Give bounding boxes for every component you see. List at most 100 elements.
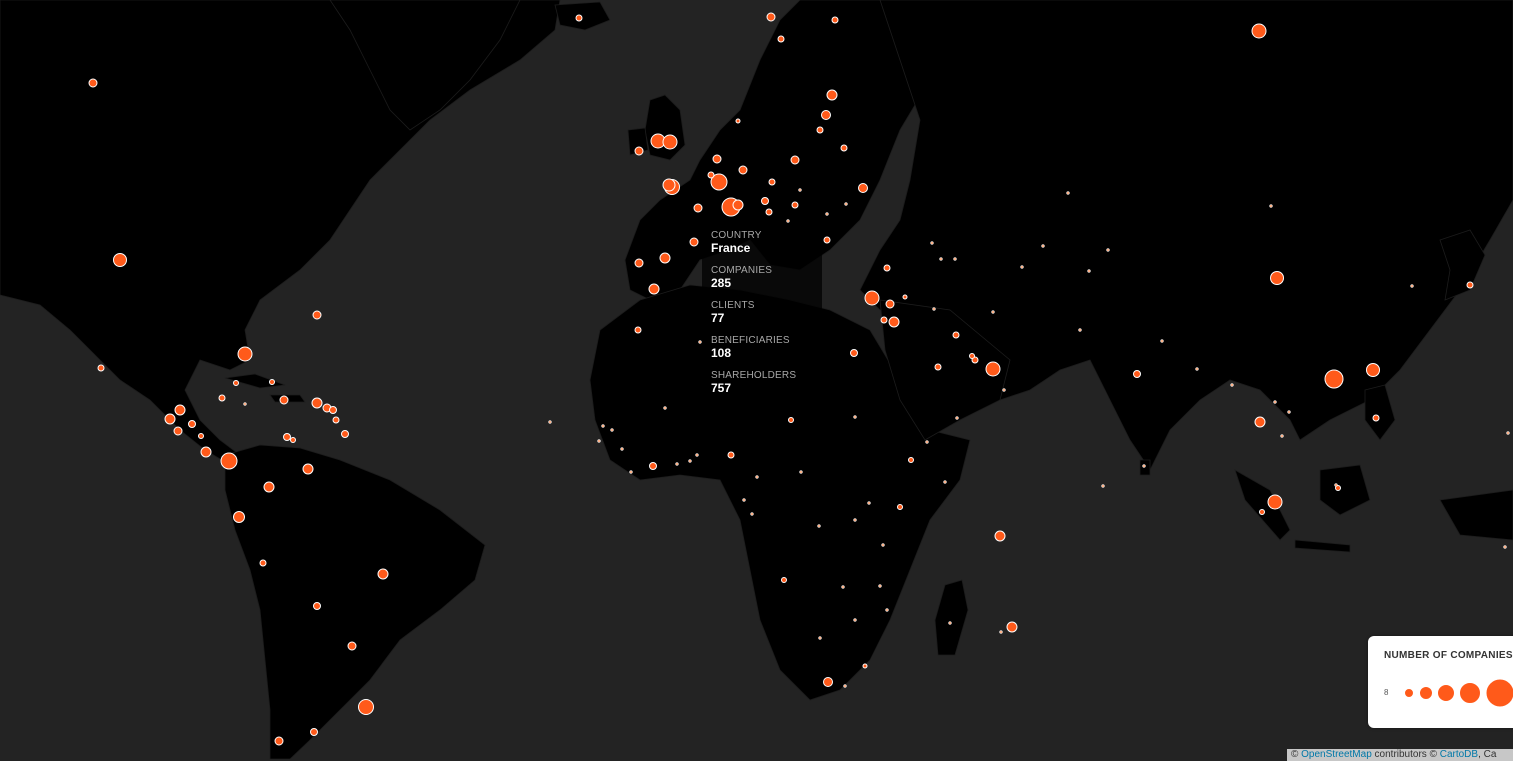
country-bubble[interactable]: [662, 178, 676, 192]
country-bubble[interactable]: [1142, 464, 1146, 468]
country-bubble[interactable]: [1106, 248, 1110, 252]
country-bubble[interactable]: [174, 404, 186, 416]
country-bubble[interactable]: [867, 501, 871, 505]
country-bubble[interactable]: [738, 165, 748, 175]
country-bubble[interactable]: [858, 183, 868, 193]
country-bubble[interactable]: [925, 440, 929, 444]
country-bubble[interactable]: [377, 568, 389, 580]
country-bubble[interactable]: [1066, 191, 1070, 195]
country-bubble[interactable]: [768, 178, 776, 186]
country-bubble[interactable]: [897, 504, 903, 510]
country-bubble[interactable]: [1251, 23, 1267, 39]
country-bubble[interactable]: [999, 630, 1003, 634]
country-bubble[interactable]: [766, 12, 776, 22]
country-bubble[interactable]: [220, 452, 238, 470]
country-bubble[interactable]: [575, 14, 583, 22]
country-bubble[interactable]: [173, 426, 183, 436]
country-bubble[interactable]: [735, 118, 741, 124]
country-bubble[interactable]: [821, 110, 831, 120]
country-bubble[interactable]: [853, 518, 857, 522]
country-bubble[interactable]: [908, 457, 914, 463]
country-bubble[interactable]: [1324, 369, 1344, 389]
country-bubble[interactable]: [597, 439, 601, 443]
country-bubble[interactable]: [732, 199, 744, 211]
country-bubble[interactable]: [841, 585, 845, 589]
country-bubble[interactable]: [1466, 281, 1474, 289]
country-bubble[interactable]: [994, 530, 1006, 542]
country-bubble[interactable]: [1254, 416, 1266, 428]
country-bubble[interactable]: [953, 257, 957, 261]
country-bubble[interactable]: [695, 453, 699, 457]
country-bubble[interactable]: [881, 543, 885, 547]
country-bubble[interactable]: [649, 462, 657, 470]
country-bubble[interactable]: [991, 310, 995, 314]
country-bubble[interactable]: [659, 252, 671, 264]
country-bubble[interactable]: [788, 417, 794, 423]
country-bubble[interactable]: [1372, 414, 1380, 422]
country-bubble[interactable]: [952, 331, 960, 339]
country-bubble[interactable]: [799, 470, 803, 474]
country-bubble[interactable]: [883, 264, 891, 272]
country-bubble[interactable]: [663, 406, 667, 410]
country-bubble[interactable]: [200, 446, 212, 458]
country-bubble[interactable]: [1101, 484, 1105, 488]
country-bubble[interactable]: [1506, 431, 1510, 435]
country-bubble[interactable]: [885, 299, 895, 309]
country-bubble[interactable]: [755, 475, 759, 479]
country-bubble[interactable]: [629, 470, 633, 474]
country-bubble[interactable]: [761, 197, 769, 205]
country-bubble[interactable]: [341, 430, 349, 438]
country-bubble[interactable]: [688, 459, 692, 463]
country-bubble[interactable]: [932, 307, 936, 311]
country-bubble[interactable]: [269, 379, 275, 385]
country-bubble[interactable]: [786, 219, 790, 223]
country-bubble[interactable]: [930, 241, 934, 245]
country-bubble[interactable]: [689, 237, 699, 247]
country-bubble[interactable]: [113, 253, 127, 267]
country-bubble[interactable]: [712, 154, 722, 164]
country-bubble[interactable]: [601, 424, 605, 428]
country-bubble[interactable]: [790, 155, 800, 165]
cartodb-link[interactable]: CartoDB: [1440, 749, 1478, 760]
country-bubble[interactable]: [742, 498, 746, 502]
country-bubble[interactable]: [902, 294, 908, 300]
country-bubble[interactable]: [1259, 509, 1265, 515]
country-bubble[interactable]: [1366, 363, 1380, 377]
country-bubble[interactable]: [707, 171, 715, 179]
country-bubble[interactable]: [823, 236, 831, 244]
country-bubble[interactable]: [290, 437, 296, 443]
country-bubble[interactable]: [164, 413, 176, 425]
country-bubble[interactable]: [1087, 269, 1091, 273]
country-bubble[interactable]: [1280, 434, 1284, 438]
country-bubble[interactable]: [237, 346, 253, 362]
country-bubble[interactable]: [791, 201, 799, 209]
country-bubble[interactable]: [885, 608, 889, 612]
country-bubble[interactable]: [283, 433, 291, 441]
country-bubble[interactable]: [1020, 265, 1024, 269]
country-bubble[interactable]: [634, 326, 642, 334]
country-bubble[interactable]: [878, 584, 882, 588]
country-bubble[interactable]: [765, 208, 773, 216]
country-bubble[interactable]: [648, 283, 660, 295]
country-bubble[interactable]: [1006, 621, 1018, 633]
country-bubble[interactable]: [313, 602, 321, 610]
country-bubble[interactable]: [198, 433, 204, 439]
country-bubble[interactable]: [823, 677, 833, 687]
country-bubble[interactable]: [347, 641, 357, 651]
country-bubble[interactable]: [727, 451, 735, 459]
country-bubble[interactable]: [1270, 271, 1284, 285]
country-bubble[interactable]: [662, 134, 678, 150]
country-bubble[interactable]: [358, 699, 374, 715]
country-bubble[interactable]: [948, 621, 952, 625]
country-bubble[interactable]: [1195, 367, 1199, 371]
country-bubble[interactable]: [279, 395, 289, 405]
country-bubble[interactable]: [693, 203, 703, 213]
country-bubble[interactable]: [969, 353, 975, 359]
country-bubble[interactable]: [853, 618, 857, 622]
country-bubble[interactable]: [1273, 400, 1277, 404]
country-bubble[interactable]: [825, 212, 829, 216]
country-bubble[interactable]: [1002, 388, 1006, 392]
country-bubble[interactable]: [880, 316, 888, 324]
country-bubble[interactable]: [955, 416, 959, 420]
country-bubble[interactable]: [548, 420, 552, 424]
